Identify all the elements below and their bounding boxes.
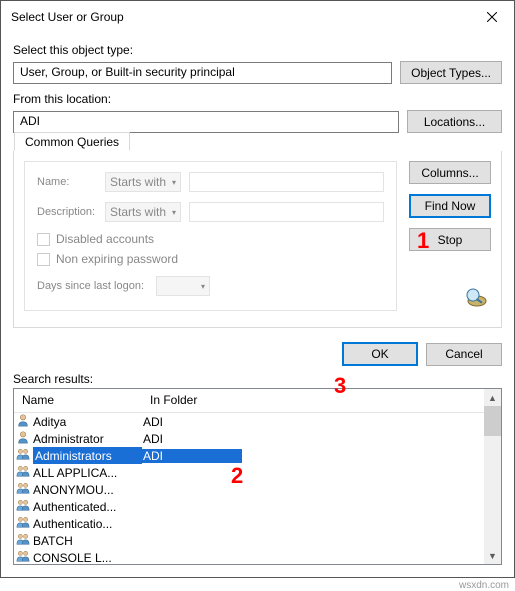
row-name-cell: ALL APPLICA... <box>14 464 142 481</box>
watermark: wsxdn.com <box>0 578 515 591</box>
name-match-value: Starts with <box>110 175 166 189</box>
name-match-select[interactable]: Starts with ▾ <box>105 172 181 192</box>
disabled-accounts-checkbox[interactable] <box>37 233 50 246</box>
user-icon <box>16 413 30 430</box>
non-expiring-label: Non expiring password <box>56 252 178 266</box>
table-row[interactable]: Authenticatio... <box>14 515 484 532</box>
chevron-down-icon: ▾ <box>172 208 176 217</box>
location-field[interactable]: ADI <box>13 111 399 133</box>
chevron-down-icon: ▾ <box>201 282 205 291</box>
row-name-cell: Administrator <box>14 430 142 447</box>
description-filter-input[interactable] <box>189 202 384 222</box>
chevron-down-icon: ▾ <box>172 178 176 187</box>
titlebar: Select User or Group <box>1 1 514 33</box>
close-icon <box>487 12 497 22</box>
description-match-select[interactable]: Starts with ▾ <box>105 202 181 222</box>
description-filter-label: Description: <box>37 206 97 218</box>
table-row[interactable]: ALL APPLICA... <box>14 464 484 481</box>
group-icon <box>16 532 30 549</box>
columns-button[interactable]: Columns... <box>409 161 491 184</box>
search-results-label: Search results: <box>13 372 502 386</box>
table-row[interactable]: BATCH <box>14 532 484 549</box>
group-icon <box>16 498 30 515</box>
row-name-cell: Aditya <box>14 413 142 430</box>
object-type-field[interactable]: User, Group, or Built-in security princi… <box>13 62 392 84</box>
common-queries-panel: Common Queries Name: Starts with ▾ Descr… <box>13 151 502 328</box>
content-area: Select this object type: User, Group, or… <box>1 33 514 577</box>
table-row[interactable]: AdministratorsADI <box>14 447 484 464</box>
from-location-label: From this location: <box>13 92 502 106</box>
row-name-cell: Administrators <box>14 447 142 464</box>
days-since-logon-select[interactable]: ▾ <box>156 276 210 296</box>
scroll-thumb[interactable] <box>484 406 501 436</box>
locations-button[interactable]: Locations... <box>407 110 502 133</box>
results-body: AdityaADIAdministratorADIAdministratorsA… <box>14 413 484 564</box>
table-row[interactable]: CONSOLE L... <box>14 549 484 564</box>
window-title: Select User or Group <box>11 10 124 24</box>
column-header-in-folder[interactable]: In Folder <box>142 389 272 412</box>
object-types-button[interactable]: Object Types... <box>400 61 502 84</box>
group-icon <box>16 481 30 498</box>
close-button[interactable] <box>470 1 514 33</box>
table-row[interactable]: AdministratorADI <box>14 430 484 447</box>
results-header: Name In Folder <box>14 389 484 413</box>
row-name-cell: Authenticatio... <box>14 515 142 532</box>
table-row[interactable]: Authenticated... <box>14 498 484 515</box>
disabled-accounts-label: Disabled accounts <box>56 232 154 246</box>
object-type-label: Select this object type: <box>13 43 502 57</box>
cancel-button[interactable]: Cancel <box>426 343 502 366</box>
group-icon <box>16 549 30 564</box>
tab-common-queries-label: Common Queries <box>25 135 119 149</box>
search-icon <box>463 286 491 311</box>
table-row[interactable]: AdityaADI <box>14 413 484 430</box>
user-icon <box>16 430 30 447</box>
row-folder-cell: ADI <box>142 415 242 429</box>
vertical-scrollbar[interactable]: ▲ ▼ <box>484 389 501 564</box>
stop-button[interactable]: Stop <box>409 228 491 251</box>
scroll-down-button[interactable]: ▼ <box>484 547 501 564</box>
row-folder-cell: ADI <box>142 432 242 446</box>
row-folder-cell: ADI <box>142 449 242 463</box>
row-name-cell: Authenticated... <box>14 498 142 515</box>
name-filter-label: Name: <box>37 176 97 188</box>
name-filter-input[interactable] <box>189 172 384 192</box>
scroll-up-button[interactable]: ▲ <box>484 389 501 406</box>
row-name-cell: ANONYMOU... <box>14 481 142 498</box>
queries-form: Name: Starts with ▾ Description: Starts … <box>24 161 397 311</box>
find-now-button[interactable]: Find Now <box>409 194 491 218</box>
description-match-value: Starts with <box>110 205 166 219</box>
days-since-logon-label: Days since last logon: <box>37 280 144 292</box>
group-icon <box>16 464 30 481</box>
non-expiring-checkbox[interactable] <box>37 253 50 266</box>
group-icon <box>16 515 30 532</box>
tab-common-queries[interactable]: Common Queries <box>14 132 130 151</box>
row-name-cell: CONSOLE L... <box>14 549 142 564</box>
dialog-window: Select User or Group Select this object … <box>0 0 515 578</box>
column-header-name[interactable]: Name <box>14 389 142 412</box>
ok-button[interactable]: OK <box>342 342 418 366</box>
row-name-cell: BATCH <box>14 532 142 549</box>
results-list: Name In Folder AdityaADIAdministratorADI… <box>13 388 502 565</box>
table-row[interactable]: ANONYMOU... <box>14 481 484 498</box>
group-icon <box>16 447 30 464</box>
